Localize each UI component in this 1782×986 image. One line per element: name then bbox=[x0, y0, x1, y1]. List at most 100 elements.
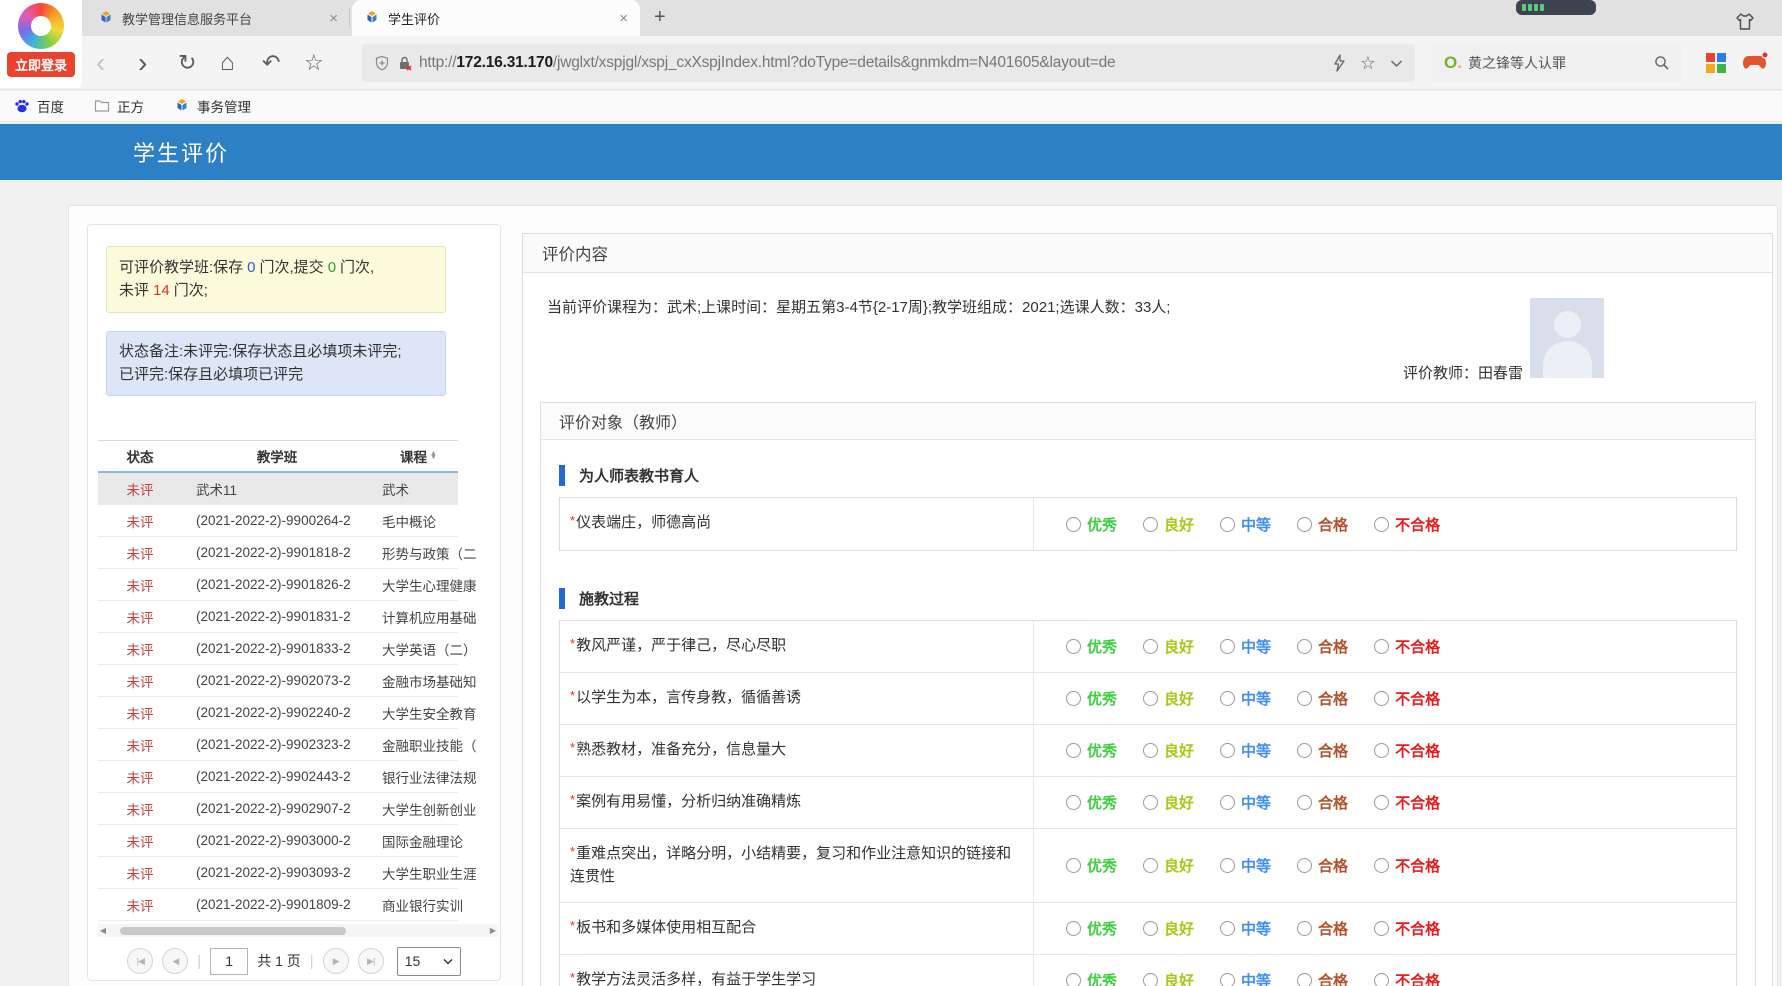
radio-fail[interactable] bbox=[1374, 691, 1389, 706]
rating-option-fail[interactable]: 不合格 bbox=[1374, 514, 1440, 535]
column-status[interactable]: 状态 bbox=[98, 446, 182, 466]
radio-good[interactable] bbox=[1143, 691, 1158, 706]
class-table-row[interactable]: 未评(2021-2022-2)-9902443-2银行业法律法规 bbox=[98, 761, 458, 793]
games-icon[interactable] bbox=[1742, 51, 1769, 73]
rating-option-good[interactable]: 良好 bbox=[1143, 514, 1194, 535]
radio-excellent[interactable] bbox=[1066, 743, 1081, 758]
tab-student-eval[interactable]: 学生评价 × bbox=[352, 0, 640, 36]
radio-pass[interactable] bbox=[1297, 691, 1312, 706]
radio-average[interactable] bbox=[1220, 858, 1235, 873]
rating-option-pass[interactable]: 合格 bbox=[1297, 792, 1348, 813]
rating-option-fail[interactable]: 不合格 bbox=[1374, 918, 1440, 939]
class-table-row[interactable]: 未评(2021-2022-2)-9901818-2形势与政策（二 bbox=[98, 537, 458, 569]
home-icon[interactable]: ⌂ bbox=[220, 49, 235, 77]
rating-option-pass[interactable]: 合格 bbox=[1297, 636, 1348, 657]
rating-option-fail[interactable]: 不合格 bbox=[1374, 970, 1440, 986]
rating-option-pass[interactable]: 合格 bbox=[1297, 740, 1348, 761]
rating-option-pass[interactable]: 合格 bbox=[1297, 688, 1348, 709]
forward-icon[interactable]: › bbox=[138, 47, 147, 79]
first-page-button[interactable]: |◀ bbox=[127, 948, 153, 974]
tab-close-icon[interactable]: × bbox=[619, 11, 628, 26]
radio-good[interactable] bbox=[1143, 517, 1158, 532]
radio-pass[interactable] bbox=[1297, 743, 1312, 758]
class-table-row[interactable]: 未评(2021-2022-2)-9901826-2大学生心理健康 bbox=[98, 569, 458, 601]
radio-fail[interactable] bbox=[1374, 743, 1389, 758]
address-bar[interactable]: http://172.16.31.170/jwglxt/xspjgl/xspj_… bbox=[362, 44, 1415, 82]
lightning-reader-icon[interactable] bbox=[1332, 54, 1346, 72]
rating-option-average[interactable]: 中等 bbox=[1220, 636, 1271, 657]
rating-option-excellent[interactable]: 优秀 bbox=[1066, 688, 1117, 709]
rating-option-pass[interactable]: 合格 bbox=[1297, 855, 1348, 876]
rating-option-pass[interactable]: 合格 bbox=[1297, 918, 1348, 939]
class-table-row[interactable]: 未评(2021-2022-2)-9900264-2毛中概论 bbox=[98, 505, 458, 537]
page-size-select[interactable]: 15 bbox=[397, 947, 461, 976]
radio-good[interactable] bbox=[1143, 639, 1158, 654]
radio-pass[interactable] bbox=[1297, 517, 1312, 532]
radio-average[interactable] bbox=[1220, 691, 1235, 706]
radio-excellent[interactable] bbox=[1066, 517, 1081, 532]
rating-option-average[interactable]: 中等 bbox=[1220, 918, 1271, 939]
browser-logo-icon[interactable] bbox=[18, 3, 64, 49]
scroll-left-icon[interactable]: ◀ bbox=[98, 926, 108, 935]
rating-option-excellent[interactable]: 优秀 bbox=[1066, 970, 1117, 986]
class-table-row[interactable]: 未评(2021-2022-2)-9901833-2大学英语（二） bbox=[98, 633, 458, 665]
rating-option-average[interactable]: 中等 bbox=[1220, 688, 1271, 709]
rating-option-average[interactable]: 中等 bbox=[1220, 792, 1271, 813]
radio-pass[interactable] bbox=[1297, 639, 1312, 654]
class-table-row[interactable]: 未评(2021-2022-2)-9902240-2大学生安全教育 bbox=[98, 697, 458, 729]
class-table-row[interactable]: 未评(2021-2022-2)-9902073-2金融市场基础知 bbox=[98, 665, 458, 697]
rating-option-good[interactable]: 良好 bbox=[1143, 855, 1194, 876]
radio-good[interactable] bbox=[1143, 973, 1158, 986]
search-icon[interactable] bbox=[1654, 55, 1670, 71]
class-table-row[interactable]: 未评(2021-2022-2)-9903000-2国际金融理论 bbox=[98, 825, 458, 857]
radio-average[interactable] bbox=[1220, 639, 1235, 654]
rating-option-average[interactable]: 中等 bbox=[1220, 970, 1271, 986]
rating-option-good[interactable]: 良好 bbox=[1143, 792, 1194, 813]
radio-good[interactable] bbox=[1143, 921, 1158, 936]
undo-icon[interactable]: ↶ bbox=[262, 50, 280, 76]
shield-add-icon[interactable] bbox=[374, 55, 390, 71]
radio-good[interactable] bbox=[1143, 858, 1158, 873]
bookmark-zhengfang[interactable]: 正方 bbox=[94, 96, 144, 116]
tab-jwgl[interactable]: 教学管理信息服务平台 × bbox=[86, 0, 350, 36]
radio-fail[interactable] bbox=[1374, 639, 1389, 654]
bookmark-shiwu[interactable]: 事务管理 bbox=[174, 96, 251, 116]
radio-average[interactable] bbox=[1220, 795, 1235, 810]
radio-excellent[interactable] bbox=[1066, 921, 1081, 936]
radio-pass[interactable] bbox=[1297, 921, 1312, 936]
radio-good[interactable] bbox=[1143, 743, 1158, 758]
rating-option-excellent[interactable]: 优秀 bbox=[1066, 918, 1117, 939]
reload-icon[interactable]: ↻ bbox=[178, 50, 196, 76]
class-table-row[interactable]: 未评(2021-2022-2)-9903093-2大学生职业生涯 bbox=[98, 857, 458, 889]
radio-excellent[interactable] bbox=[1066, 639, 1081, 654]
horizontal-scrollbar[interactable]: ◀ ▶ bbox=[98, 924, 498, 937]
radio-pass[interactable] bbox=[1297, 973, 1312, 986]
radio-average[interactable] bbox=[1220, 743, 1235, 758]
rating-option-excellent[interactable]: 优秀 bbox=[1066, 792, 1117, 813]
url-text[interactable]: http://172.16.31.170/jwglxt/xspjgl/xspj_… bbox=[419, 54, 1115, 72]
favorite-page-icon[interactable]: ☆ bbox=[1360, 53, 1376, 74]
sort-icon[interactable]: ▲▼ bbox=[430, 452, 437, 460]
radio-pass[interactable] bbox=[1297, 858, 1312, 873]
back-icon[interactable]: ‹ bbox=[96, 47, 105, 79]
apps-grid-icon[interactable] bbox=[1706, 53, 1726, 73]
lock-insecure-icon[interactable] bbox=[397, 55, 412, 71]
rating-option-excellent[interactable]: 优秀 bbox=[1066, 636, 1117, 657]
bookmark-star-icon[interactable]: ☆ bbox=[304, 50, 324, 76]
rating-option-excellent[interactable]: 优秀 bbox=[1066, 514, 1117, 535]
radio-good[interactable] bbox=[1143, 795, 1158, 810]
search-suggestion-text[interactable]: 黄之锋等人认罪 bbox=[1468, 53, 1566, 73]
radio-excellent[interactable] bbox=[1066, 691, 1081, 706]
rating-option-fail[interactable]: 不合格 bbox=[1374, 740, 1440, 761]
radio-excellent[interactable] bbox=[1066, 973, 1081, 986]
rating-option-fail[interactable]: 不合格 bbox=[1374, 792, 1440, 813]
class-table-row[interactable]: 未评武术11武术 bbox=[98, 473, 458, 505]
radio-fail[interactable] bbox=[1374, 858, 1389, 873]
column-course[interactable]: 课程▲▼ bbox=[372, 446, 458, 466]
radio-average[interactable] bbox=[1220, 517, 1235, 532]
rating-option-average[interactable]: 中等 bbox=[1220, 740, 1271, 761]
radio-pass[interactable] bbox=[1297, 795, 1312, 810]
rating-option-fail[interactable]: 不合格 bbox=[1374, 636, 1440, 657]
rating-option-average[interactable]: 中等 bbox=[1220, 855, 1271, 876]
rating-option-good[interactable]: 良好 bbox=[1143, 918, 1194, 939]
